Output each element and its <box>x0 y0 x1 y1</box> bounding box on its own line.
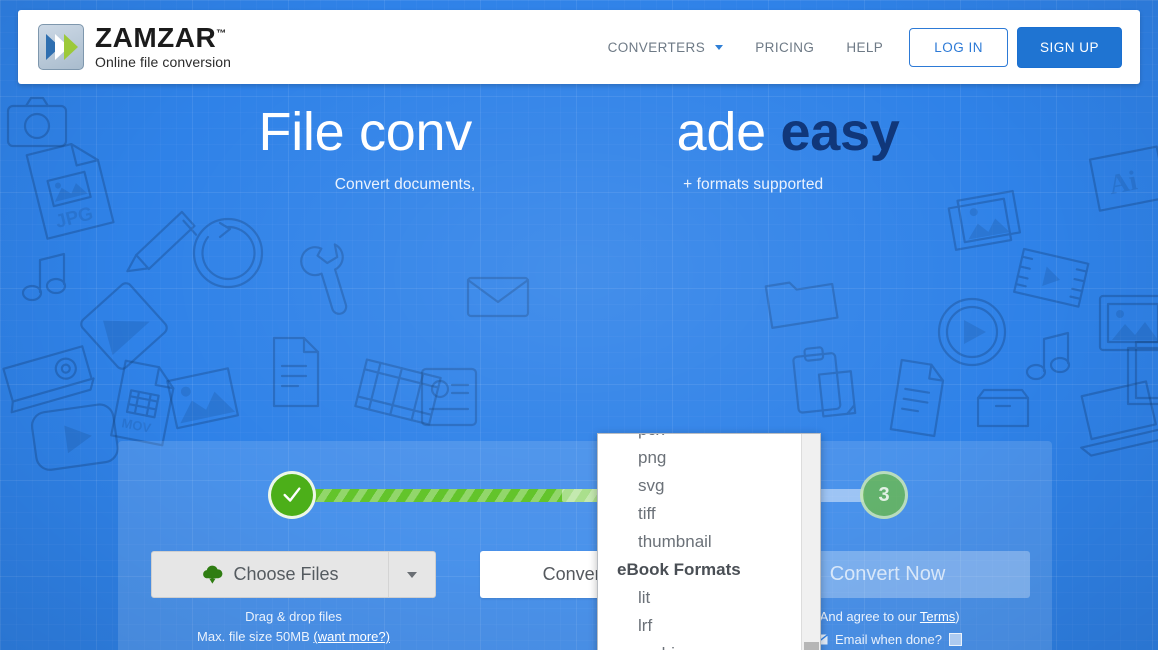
nav-item-converters[interactable]: CONVERTERS <box>592 40 740 55</box>
max-file-size-text: Max. file size 50MB <box>197 629 314 644</box>
chevron-down-icon <box>715 45 724 51</box>
format-option[interactable]: mobi <box>598 640 800 650</box>
email-when-done-label: Email when done? <box>835 632 942 647</box>
zamzar-homepage: JPG <box>0 0 1158 650</box>
convert-to-format-dropdown[interactable]: pcxpngsvgtiffthumbnail eBook Formats litlr… <box>597 433 821 650</box>
step-1-complete-badge <box>268 471 316 519</box>
cloud-upload-icon <box>203 565 223 584</box>
format-option[interactable]: thumbnail <box>598 528 800 556</box>
converter-actions: Choose Files Convert To Convert Now <box>118 551 1052 599</box>
choose-files-label: Choose Files <box>233 564 339 584</box>
drag-drop-hint: Drag & drop files <box>245 609 342 624</box>
hero-subtitle-left: Convert documents, <box>334 175 476 193</box>
nav-label-converters: CONVERTERS <box>607 39 706 55</box>
converter-panel: 3 Choose Files Convert To Convert Now Dr… <box>118 433 1052 650</box>
hero-subtitle-right: + formats supported <box>683 175 824 193</box>
nav-item-pricing[interactable]: PRICING <box>739 40 830 55</box>
brand-logo[interactable]: ZAMZAR™ Online file conversion <box>38 24 231 70</box>
choose-files-button[interactable]: Choose Files <box>151 551 436 598</box>
zamzar-double-chevron-icon <box>38 24 84 70</box>
hero-title-part2: ade <box>676 102 781 162</box>
format-option[interactable]: lrf <box>598 612 800 640</box>
main-navigation: CONVERTERS PRICING HELP LOG IN SIGN UP <box>592 26 1122 68</box>
brand-tagline: Online file conversion <box>95 54 232 70</box>
dropdown-scrollbar-thumb[interactable] <box>804 642 819 650</box>
page-title: File conversion made easy <box>0 104 1158 161</box>
format-group-header: eBook Formats <box>617 560 741 579</box>
email-when-done-checkbox[interactable] <box>948 633 962 646</box>
format-option[interactable]: pcx <box>598 434 800 444</box>
choose-files-main[interactable]: Choose Files <box>152 552 388 597</box>
format-option[interactable]: tiff <box>598 500 800 528</box>
nav-item-help[interactable]: HELP <box>830 40 899 55</box>
step-3-badge: 3 <box>860 471 908 519</box>
hero-subtitle: Convert documents, images, videos & more… <box>0 176 1158 194</box>
chevron-down-icon <box>407 571 417 578</box>
format-option-list[interactable]: pcxpngsvgtiffthumbnail eBook Formats litlr… <box>598 434 800 650</box>
terms-link[interactable]: Terms <box>920 609 955 624</box>
dropdown-scrollbar[interactable] <box>801 434 820 650</box>
hero-title-accent: easy <box>780 102 900 162</box>
format-option[interactable]: png <box>598 444 800 472</box>
site-header: ZAMZAR™ Online file conversion CONVERTER… <box>0 0 1158 86</box>
terms-prefix: (And agree to our <box>815 609 920 624</box>
checkmark-icon <box>283 487 301 502</box>
format-option[interactable]: lit <box>598 584 800 612</box>
hero-section: File conversion made easy Convert docume… <box>0 104 1158 194</box>
format-option[interactable]: svg <box>598 472 800 500</box>
terms-suffix: ) <box>955 609 960 624</box>
signup-button[interactable]: SIGN UP <box>1016 26 1122 68</box>
choose-files-dropdown-toggle[interactable] <box>388 552 435 597</box>
hero-title-part1: File conv <box>258 102 473 162</box>
max-file-size-hint: Max. file size 50MB (want more?) <box>151 629 436 644</box>
step-progress-indicator: 3 <box>118 471 1052 523</box>
want-more-link[interactable]: (want more?) <box>313 629 390 644</box>
login-button[interactable]: LOG IN <box>909 27 1008 67</box>
brand-name: ZAMZAR <box>95 22 217 53</box>
brand-trademark: ™ <box>216 28 227 40</box>
